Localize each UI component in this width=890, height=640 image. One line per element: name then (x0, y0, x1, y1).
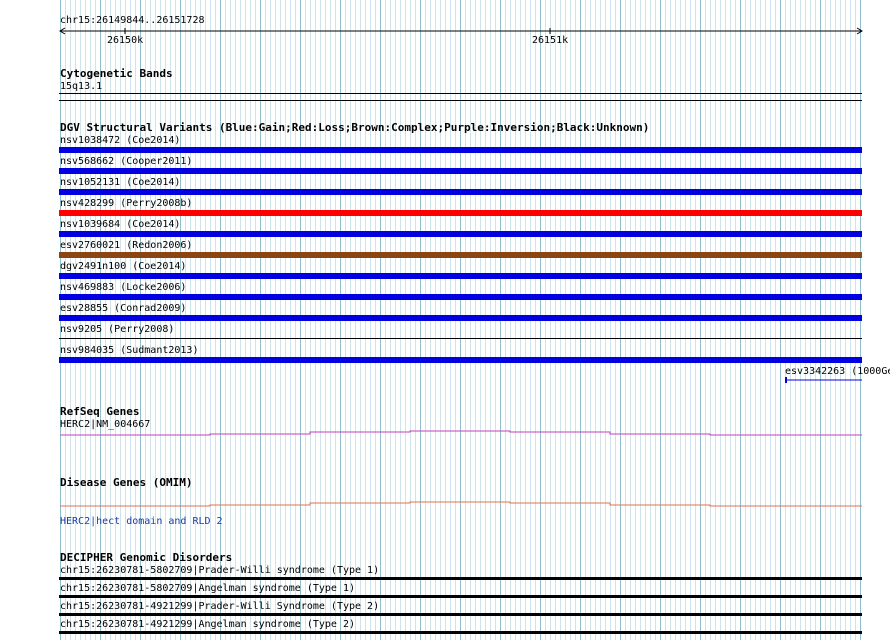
dgv-variant-label[interactable]: nsv568662 (Cooper2011) (60, 156, 192, 167)
dgv-variant-label[interactable]: esv2760021 (Redon2006) (60, 240, 192, 251)
dgv-variant-label[interactable]: nsv1052131 (Coe2014) (60, 177, 180, 188)
decipher-item-label[interactable]: chr15:26230781-5802709|Angelman syndrome… (60, 583, 355, 594)
omim-track-title: Disease Genes (OMIM) (60, 476, 193, 489)
dgv-variant-bar[interactable] (59, 189, 862, 195)
dgv-variant-label-extra[interactable]: esv3342263 (1000Ge (785, 366, 890, 377)
dgv-track-title: DGV Structural Variants (Blue:Gain;Red:L… (60, 121, 650, 134)
refseq-track-title: RefSeq Genes (60, 405, 140, 418)
decipher-item-bar[interactable] (59, 577, 862, 580)
dgv-variant-bar[interactable] (59, 231, 862, 237)
cyto-band-line-top (59, 93, 862, 94)
cyto-track-title: Cytogenetic Bands (60, 67, 173, 80)
decipher-item-label[interactable]: chr15:26230781-4921299|Angelman syndrome… (60, 619, 355, 630)
dgv-variant-label[interactable]: nsv428299 (Perry2008b) (60, 198, 192, 209)
decipher-item-label[interactable]: chr15:26230781-4921299|Prader-Willi Synd… (60, 601, 379, 612)
cyto-band-line-bottom (59, 100, 862, 101)
decipher-item-bar[interactable] (59, 613, 862, 616)
ruler-tick-26150k: 26150k (107, 35, 144, 46)
cyto-band-label[interactable]: 15q13.1 (60, 81, 102, 92)
dgv-variant-label[interactable]: nsv984035 (Sudmant2013) (60, 345, 198, 356)
dgv-variant-bar[interactable] (59, 338, 862, 339)
decipher-track-title: DECIPHER Genomic Disorders (60, 551, 233, 564)
dgv-variant-label[interactable]: nsv469883 (Locke2006) (60, 282, 186, 293)
dgv-variant-label[interactable]: nsv1038472 (Coe2014) (60, 135, 180, 146)
dgv-variant-bar[interactable] (59, 273, 862, 279)
decipher-item-bar[interactable] (59, 595, 862, 598)
dgv-variant-bar[interactable] (59, 168, 862, 174)
dgv-variant-bar[interactable] (59, 210, 862, 216)
dgv-variant-label[interactable]: nsv1039684 (Coe2014) (60, 219, 180, 230)
dgv-variant-label[interactable]: esv28855 (Conrad2009) (60, 303, 186, 314)
dgv-variant-bar[interactable] (59, 357, 862, 363)
omim-gene-label[interactable]: HERC2|hect domain and RLD 2 (60, 516, 223, 527)
dgv-variant-label[interactable]: dgv2491n100 (Coe2014) (60, 261, 186, 272)
refseq-gene-label[interactable]: HERC2|NM_004667 (60, 419, 150, 430)
dgv-variant-bar[interactable] (59, 252, 862, 258)
decipher-item-bar[interactable] (59, 631, 862, 634)
dgv-variant-bar[interactable] (59, 315, 862, 321)
dgv-variant-label[interactable]: nsv9205 (Perry2008) (60, 324, 174, 335)
dgv-variant-bar[interactable] (59, 147, 862, 153)
dgv-variant-bar[interactable] (59, 294, 862, 300)
decipher-item-label[interactable]: chr15:26230781-5802709|Prader-Willi synd… (60, 565, 379, 576)
ruler-tick-26151k: 26151k (532, 35, 569, 46)
